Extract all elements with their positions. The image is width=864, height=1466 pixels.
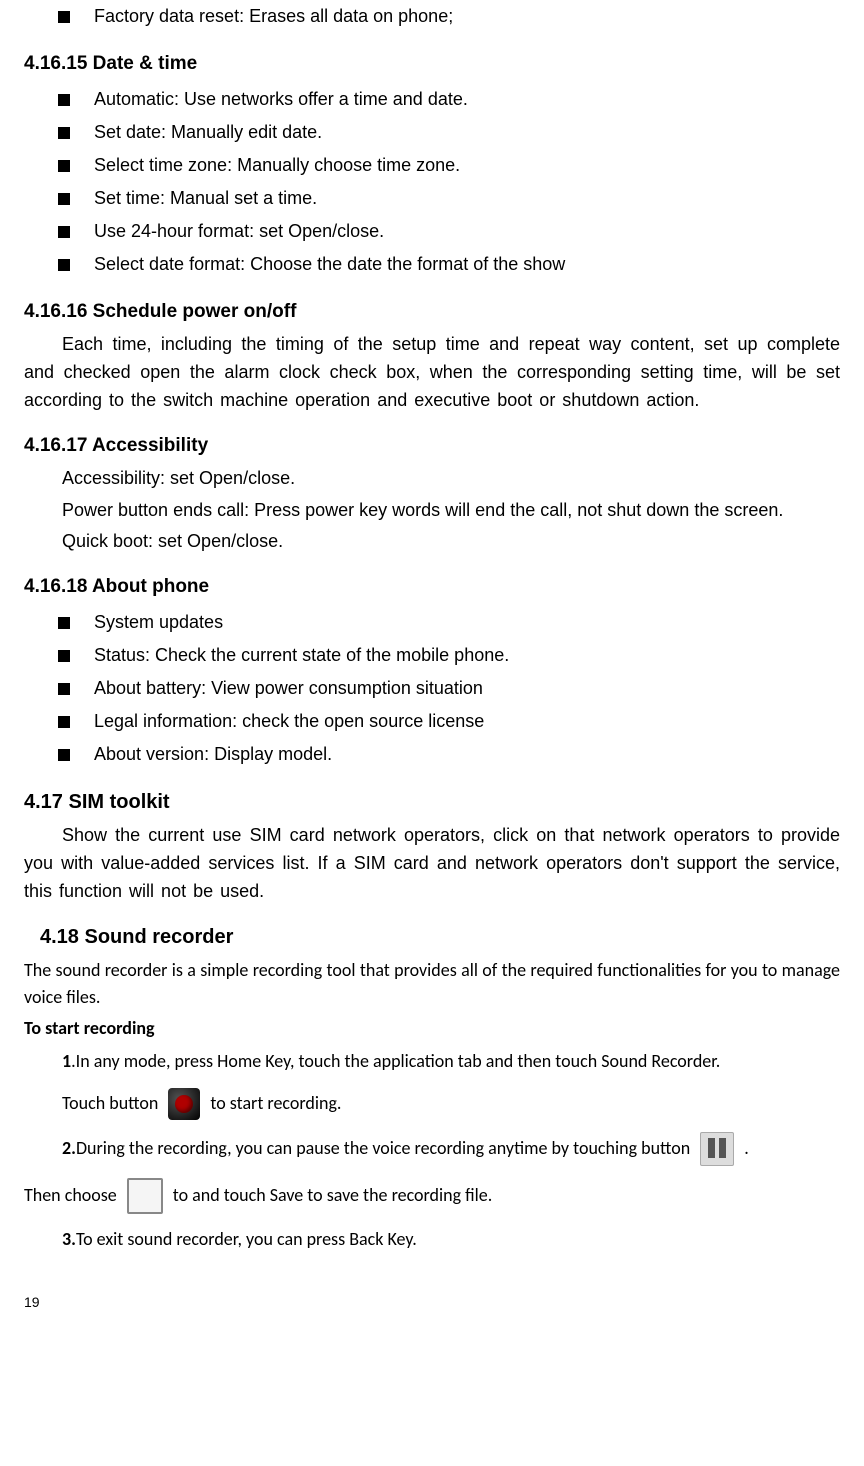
square-bullet-icon (58, 127, 70, 139)
list-item: Legal information: check the open source… (58, 705, 840, 738)
list-item: Select date format: Choose the date the … (58, 248, 840, 281)
touch-button-post: to start recording. (210, 1090, 341, 1118)
list-item: Set date: Manually edit date. (58, 116, 840, 149)
bullet-text: Select time zone: Manually choose time z… (94, 155, 460, 176)
heading-sim-toolkit: 4.17 SIM toolkit (24, 791, 840, 814)
bullet-text: Set date: Manually edit date. (94, 122, 322, 143)
square-bullet-icon (58, 617, 70, 629)
touch-record-line: Touch button to start recording. (62, 1088, 840, 1120)
heading-schedule-power: 4.16.16 Schedule power on/off (24, 301, 840, 323)
square-bullet-icon (58, 716, 70, 728)
square-bullet-icon (58, 226, 70, 238)
then-choose-pre: Then choose (24, 1182, 117, 1209)
square-bullet-icon (58, 193, 70, 205)
bullet-text: Set time: Manual set a time. (94, 188, 317, 209)
about-phone-list: System updates Status: Check the current… (24, 606, 840, 771)
bullet-text: Use 24-hour format: set Open/close. (94, 221, 384, 242)
step-2-number: 2. (62, 1137, 76, 1159)
list-item: Select time zone: Manually choose time z… (58, 149, 840, 182)
sim-toolkit-paragraph: Show the current use SIM card network op… (24, 822, 840, 906)
heading-accessibility: 4.16.17 Accessibility (24, 435, 840, 457)
bullet-text: Factory data reset: Erases all data on p… (94, 6, 453, 27)
heading-date-time: 4.16.15 Date & time (24, 53, 840, 75)
list-item: Set time: Manual set a time. (58, 182, 840, 215)
list-item: Use 24-hour format: set Open/close. (58, 215, 840, 248)
bullet-text: Legal information: check the open source… (94, 711, 484, 732)
step-1-number: 1 (62, 1050, 71, 1072)
list-item: System updates (58, 606, 840, 639)
bullet-text: About version: Display model. (94, 744, 332, 765)
accessibility-p1: Accessibility: set Open/close. (24, 465, 840, 493)
record-icon (168, 1088, 200, 1120)
bullet-text: System updates (94, 612, 223, 633)
step-2: 2.During the recording, you can pause th… (62, 1132, 840, 1166)
step-2-dot: . (744, 1135, 749, 1163)
accessibility-p3: Quick boot: set Open/close. (24, 528, 840, 556)
top-bullet-list: Factory data reset: Erases all data on p… (24, 0, 840, 33)
date-time-list: Automatic: Use networks offer a time and… (24, 83, 840, 281)
step-3-number: 3. (62, 1228, 76, 1250)
square-bullet-icon (58, 749, 70, 761)
bullet-text: Select date format: Choose the date the … (94, 254, 565, 275)
accessibility-p2: Power button ends call: Press power key … (24, 497, 840, 525)
pause-icon (700, 1132, 734, 1166)
then-choose-line: Then choose to and touch Save to save th… (24, 1178, 840, 1214)
then-choose-post: to and touch Save to save the recording … (173, 1182, 493, 1209)
page-number: 19 (24, 1294, 840, 1310)
to-start-recording-label: To start recording (24, 1015, 840, 1042)
square-bullet-icon (58, 94, 70, 106)
list-item: Factory data reset: Erases all data on p… (58, 0, 840, 33)
stop-icon (127, 1178, 163, 1214)
square-bullet-icon (58, 650, 70, 662)
square-bullet-icon (58, 160, 70, 172)
step-1: 1.In any mode, press Home Key, touch the… (62, 1048, 840, 1076)
list-item: About version: Display model. (58, 738, 840, 771)
step-3: 3.To exit sound recorder, you can press … (62, 1226, 840, 1254)
step-3-text: To exit sound recorder, you can press Ba… (76, 1228, 417, 1250)
schedule-power-paragraph: Each time, including the timing of the s… (24, 331, 840, 415)
square-bullet-icon (58, 259, 70, 271)
step-2-text: During the recording, you can pause the … (76, 1137, 690, 1159)
bullet-text: About battery: View power consumption si… (94, 678, 483, 699)
bullet-text: Status: Check the current state of the m… (94, 645, 509, 666)
sound-recorder-intro: The sound recorder is a simple recording… (24, 957, 840, 1011)
bullet-text: Automatic: Use networks offer a time and… (94, 89, 468, 110)
list-item: Automatic: Use networks offer a time and… (58, 83, 840, 116)
heading-sound-recorder: 4.18 Sound recorder (40, 926, 840, 949)
list-item: Status: Check the current state of the m… (58, 639, 840, 672)
list-item: About battery: View power consumption si… (58, 672, 840, 705)
square-bullet-icon (58, 683, 70, 695)
touch-button-pre: Touch button (62, 1090, 158, 1118)
square-bullet-icon (58, 11, 70, 23)
step-1-text: .In any mode, press Home Key, touch the … (71, 1050, 720, 1072)
heading-about-phone: 4.16.18 About phone (24, 576, 840, 598)
